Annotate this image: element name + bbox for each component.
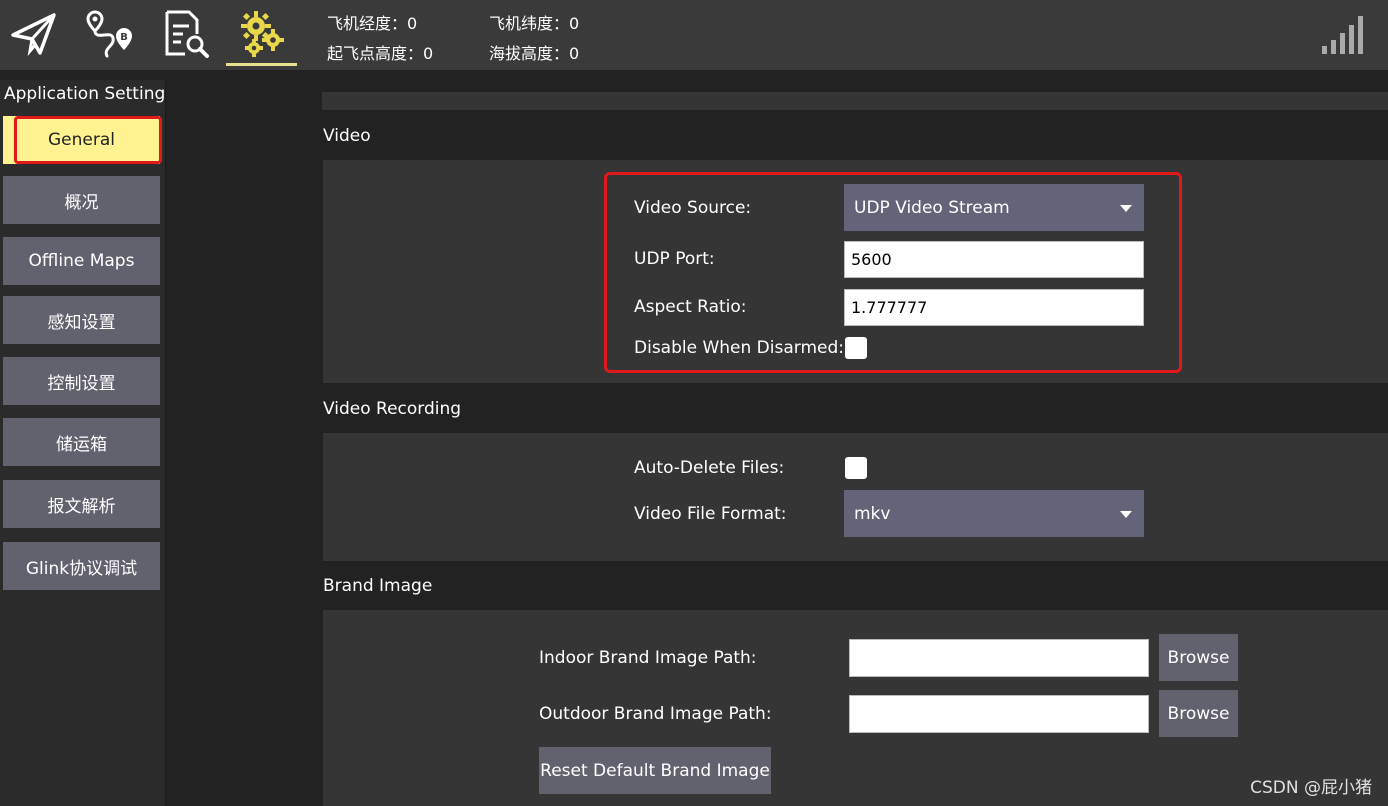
sidebar-item-control-settings[interactable]: 控制设置 <box>3 357 160 405</box>
video-file-format-combo[interactable]: mkv <box>844 490 1144 537</box>
video-source-combo[interactable]: UDP Video Stream <box>844 184 1144 231</box>
sidebar-item-glink-debug[interactable]: Glink协议调试 <box>3 542 160 590</box>
sidebar-item-general[interactable]: General <box>3 116 160 164</box>
indoor-brand-path-label: Indoor Brand Image Path: <box>539 648 757 668</box>
disable-when-disarmed-label: Disable When Disarmed: <box>634 338 845 358</box>
video-file-format-value: mkv <box>854 503 891 524</box>
auto-delete-checkbox[interactable] <box>845 457 867 479</box>
sidebar-item-perception-settings[interactable]: 感知设置 <box>3 296 160 344</box>
reset-brand-image-button[interactable]: Reset Default Brand Image <box>539 747 771 794</box>
chevron-down-icon <box>1120 204 1132 212</box>
indoor-brand-path-input[interactable] <box>849 639 1149 677</box>
video-source-value: UDP Video Stream <box>854 197 1010 218</box>
outdoor-browse-button[interactable]: Browse <box>1159 690 1238 737</box>
video-recording-section-title: Video Recording <box>323 399 462 419</box>
top-toolbar: B 飞机经度：0 飞机纬度：0 起飞点高度：0 海拔高度：0 <box>0 0 1388 70</box>
takeoff-altitude: 起飞点高度：0 <box>327 44 434 63</box>
svg-text:B: B <box>120 32 128 43</box>
outdoor-brand-path-label: Outdoor Brand Image Path: <box>539 704 772 724</box>
aspect-ratio-label: Aspect Ratio: <box>634 297 747 317</box>
route-plan-icon[interactable]: B <box>80 5 138 63</box>
udp-port-label: UDP Port: <box>634 249 715 269</box>
signal-strength-icon[interactable] <box>1320 14 1364 56</box>
watermark-text: CSDN @屁小猪 <box>1250 778 1372 798</box>
outdoor-brand-path-input[interactable] <box>849 695 1149 733</box>
analyze-icon[interactable] <box>156 5 214 63</box>
aircraft-longitude: 飞机经度：0 <box>327 14 418 33</box>
brand-image-section-title: Brand Image <box>323 576 433 596</box>
chevron-down-icon <box>1120 510 1132 518</box>
video-source-label: Video Source: <box>634 198 752 218</box>
auto-delete-label: Auto-Delete Files: <box>634 458 785 478</box>
disable-when-disarmed-checkbox[interactable] <box>845 337 867 359</box>
video-file-format-label: Video File Format: <box>634 504 787 524</box>
sidebar-item-overview[interactable]: 概况 <box>3 176 160 224</box>
section-top-strip <box>322 92 1388 110</box>
sidebar-item-message-parsing[interactable]: 报文解析 <box>3 480 160 528</box>
video-section-title: Video <box>323 126 371 146</box>
sidebar-item-offline-maps[interactable]: Offline Maps <box>3 237 160 285</box>
indoor-browse-button[interactable]: Browse <box>1159 634 1238 681</box>
aircraft-latitude: 飞机纬度：0 <box>489 14 580 33</box>
udp-port-input[interactable]: 5600 <box>844 241 1144 278</box>
aspect-ratio-input[interactable]: 1.777777 <box>844 289 1144 326</box>
paper-plane-icon[interactable] <box>4 5 62 63</box>
settings-gears-icon[interactable] <box>226 5 297 66</box>
msl-altitude: 海拔高度：0 <box>489 44 580 63</box>
sidebar-item-storage-box[interactable]: 储运箱 <box>3 418 160 466</box>
sidebar-title: Application Settings <box>4 84 175 104</box>
